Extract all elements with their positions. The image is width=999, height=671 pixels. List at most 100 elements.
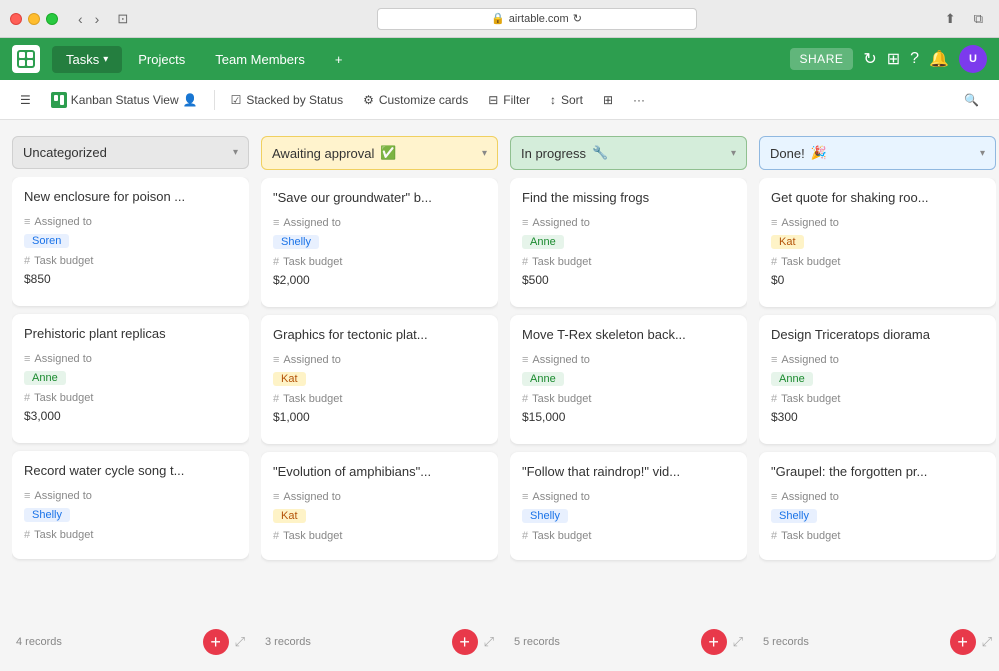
expand-column-icon[interactable]: ⤢ [982,634,992,650]
toolbar-divider-1 [214,90,215,110]
stacked-label: Stacked by Status [246,93,343,107]
filter-item[interactable]: ⊟ Filter [480,89,538,111]
person-field-icon: ≡ [273,491,279,503]
budget-value: $500 [522,273,549,287]
hash-icon: # [771,393,777,405]
sidebar-toggle-toolbar[interactable]: ☰ [12,89,39,111]
kanban-card[interactable]: "Evolution of amphibians"... ≡ Assigned … [261,452,498,560]
forward-button[interactable]: › [91,9,104,29]
card-budget-label: # Task budget [24,529,237,541]
expand-column-icon[interactable]: ⤢ [235,634,245,650]
card-assignee-label: ≡ Assigned to [771,491,984,503]
col-chevron-icon[interactable]: ▾ [482,148,487,159]
add-card-button[interactable]: + [203,629,229,655]
sort-label: Sort [561,93,583,107]
card-title: Prehistoric plant replicas [24,326,237,343]
col-chevron-icon[interactable]: ▾ [980,148,985,159]
column-header-done[interactable]: Done! 🎉 ▾ [759,136,996,170]
back-button[interactable]: ‹ [74,9,87,29]
col-header-label: Done! [770,146,805,161]
tab-tasks[interactable]: Tasks ▾ [52,46,122,73]
records-count: 5 records [514,636,560,648]
tab-team-members[interactable]: Team Members [201,46,319,73]
stacked-by-item[interactable]: ☑ Stacked by Status [223,89,352,111]
url-bar[interactable]: 🔒 airtable.com ↻ [377,8,697,30]
column-done: Done! 🎉 ▾ Get quote for shaking roo... ≡… [759,136,996,655]
card-assignee-label: ≡ Assigned to [24,490,237,502]
budget-value: $0 [771,273,784,287]
share-window-button[interactable]: ⬆ [939,9,962,29]
card-assignee-field: ≡ Assigned to Anne [24,353,237,386]
help-icon[interactable]: ? [910,50,919,68]
kanban-card[interactable]: Get quote for shaking roo... ≡ Assigned … [759,178,996,307]
card-title: Move T-Rex skeleton back... [522,327,735,344]
add-card-button[interactable]: + [950,629,976,655]
expand-column-icon[interactable]: ⤢ [733,634,743,650]
kanban-card[interactable]: Move T-Rex skeleton back... ≡ Assigned t… [510,315,747,444]
kanban-card[interactable]: New enclosure for poison ... ≡ Assigned … [12,177,249,306]
card-budget-field: # Task budget $2,000 [273,256,486,289]
card-assignee-field: ≡ Assigned to Soren [24,216,237,249]
card-assignee-field: ≡ Assigned to Anne [771,354,984,387]
card-budget-field: # Task budget $300 [771,393,984,426]
sidebar-toggle[interactable]: ⊡ [111,9,134,29]
hash-icon: # [273,393,279,405]
fullscreen-button[interactable] [46,13,58,25]
customize-cards-item[interactable]: ⚙ Customize cards [355,89,476,111]
col-chevron-icon[interactable]: ▾ [233,147,238,158]
share-view-icon: ⊞ [603,93,613,107]
refresh-app-icon[interactable]: ↻ [863,49,876,69]
column-header-awaiting[interactable]: Awaiting approval ✅ ▾ [261,136,498,170]
kanban-card[interactable]: "Save our groundwater" b... ≡ Assigned t… [261,178,498,307]
grid-apps-icon[interactable]: ⊞ [887,49,900,69]
kanban-card[interactable]: Graphics for tectonic plat... ≡ Assigned… [261,315,498,444]
records-count: 5 records [763,636,809,648]
person-field-icon: ≡ [273,217,279,229]
kanban-card[interactable]: Record water cycle song t... ≡ Assigned … [12,451,249,559]
close-button[interactable] [10,13,22,25]
cards-area-uncategorized: New enclosure for poison ... ≡ Assigned … [12,177,249,615]
column-header-in-progress[interactable]: In progress 🔧 ▾ [510,136,747,170]
card-budget-label: # Task budget [771,393,984,405]
col-chevron-icon[interactable]: ▾ [731,148,736,159]
add-tab-button[interactable]: + [321,46,357,73]
budget-value: $1,000 [273,410,310,424]
col-header-emoji: ✅ [380,145,396,161]
card-budget-label: # Task budget [771,256,984,268]
more-options-item[interactable]: ··· [625,89,653,111]
view-name-item[interactable]: Kanban Status View 👤 [43,88,206,112]
card-budget-field: # Task budget $500 [522,256,735,289]
sort-item[interactable]: ↕ Sort [542,89,591,111]
person-field-icon: ≡ [771,491,777,503]
tab-projects[interactable]: Projects [124,46,199,73]
lock-icon: 🔒 [491,12,505,25]
hash-icon: # [273,256,279,268]
kanban-card[interactable]: Find the missing frogs ≡ Assigned to Ann… [510,178,747,307]
search-item[interactable]: 🔍 [956,89,987,111]
card-budget-label: # Task budget [771,530,984,542]
add-card-button[interactable]: + [452,629,478,655]
card-assignee-field: ≡ Assigned to Anne [522,354,735,387]
expand-column-icon[interactable]: ⤢ [484,634,494,650]
kanban-card[interactable]: "Follow that raindrop!" vid... ≡ Assigne… [510,452,747,560]
budget-value: $2,000 [273,273,310,287]
add-card-button[interactable]: + [701,629,727,655]
new-tab-button[interactable]: ⧉ [968,9,989,29]
person-field-icon: ≡ [24,490,30,502]
card-title: "Evolution of amphibians"... [273,464,486,481]
minimize-button[interactable] [28,13,40,25]
refresh-icon[interactable]: ↻ [573,12,582,25]
share-button[interactable]: SHARE [790,48,854,70]
bell-icon[interactable]: 🔔 [929,49,949,69]
column-header-uncategorized[interactable]: Uncategorized ▾ [12,136,249,169]
search-icon: 🔍 [964,93,979,107]
card-budget-field: # Task budget [522,530,735,542]
kanban-card[interactable]: Prehistoric plant replicas ≡ Assigned to… [12,314,249,443]
user-avatar[interactable]: U [959,45,987,73]
card-budget-label: # Task budget [273,530,486,542]
kanban-card[interactable]: "Graupel: the forgotten pr... ≡ Assigned… [759,452,996,560]
card-title: "Graupel: the forgotten pr... [771,464,984,481]
share-view-item[interactable]: ⊞ [595,89,621,111]
assignee-tag: Anne [771,372,813,386]
kanban-card[interactable]: Design Triceratops diorama ≡ Assigned to… [759,315,996,444]
